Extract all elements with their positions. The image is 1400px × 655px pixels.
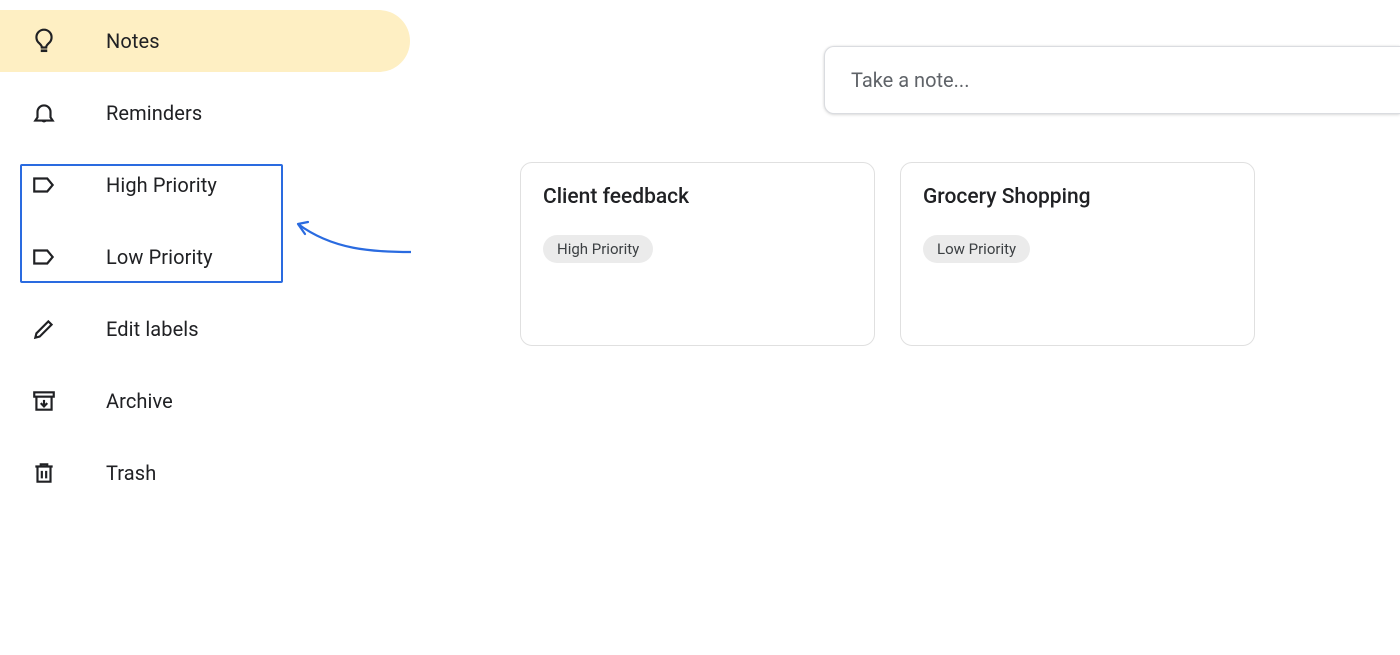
trash-icon xyxy=(30,459,58,487)
label-icon xyxy=(30,171,58,199)
note-label-chip[interactable]: Low Priority xyxy=(923,235,1030,263)
sidebar-label-trash: Trash xyxy=(106,461,156,485)
label-icon xyxy=(30,243,58,271)
pencil-icon xyxy=(30,315,58,343)
note-title: Grocery Shopping xyxy=(923,185,1232,209)
sidebar-label-high-priority: High Priority xyxy=(106,173,217,197)
archive-icon xyxy=(30,387,58,415)
sidebar-item-reminders[interactable]: Reminders xyxy=(0,82,410,144)
sidebar-label-low-priority: Low Priority xyxy=(106,245,213,269)
sidebar-item-edit-labels[interactable]: Edit labels xyxy=(0,298,410,360)
note-label-chip[interactable]: High Priority xyxy=(543,235,653,263)
sidebar-item-label-high-priority[interactable]: High Priority xyxy=(0,154,410,216)
sidebar-label-archive: Archive xyxy=(106,389,173,413)
sidebar-label-notes: Notes xyxy=(106,29,160,53)
sidebar-item-notes[interactable]: Notes xyxy=(0,10,410,72)
bell-icon xyxy=(30,99,58,127)
sidebar-item-label-low-priority[interactable]: Low Priority xyxy=(0,226,410,288)
sidebar-item-trash[interactable]: Trash xyxy=(0,442,410,504)
sidebar-label-edit-labels: Edit labels xyxy=(106,317,199,341)
sidebar: Notes Reminders High Priority Low Priori… xyxy=(0,10,410,514)
note-card[interactable]: Client feedback High Priority xyxy=(520,162,875,346)
take-a-note-placeholder: Take a note... xyxy=(851,68,969,92)
take-a-note-input[interactable]: Take a note... xyxy=(824,46,1400,114)
sidebar-item-archive[interactable]: Archive xyxy=(0,370,410,432)
note-title: Client feedback xyxy=(543,185,852,209)
sidebar-label-reminders: Reminders xyxy=(106,101,202,125)
lightbulb-icon xyxy=(30,27,58,55)
note-card[interactable]: Grocery Shopping Low Priority xyxy=(900,162,1255,346)
